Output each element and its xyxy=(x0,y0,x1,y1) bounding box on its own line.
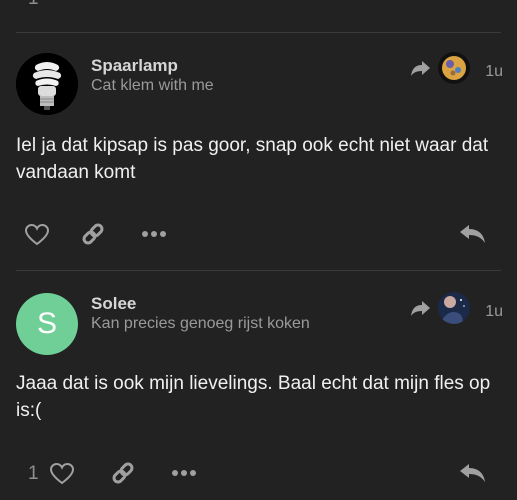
copy-link-button[interactable] xyxy=(80,221,106,247)
reply-to-indicator[interactable] xyxy=(410,292,470,324)
post-solee: S Solee Kan precies genoeg rijst koken 1… xyxy=(0,270,517,500)
avatar[interactable] xyxy=(16,53,78,115)
post-actions: 1 xyxy=(0,456,517,496)
lightbulb-avatar-image xyxy=(16,53,78,115)
reply-to-indicator[interactable] xyxy=(410,52,470,84)
user-title: Cat klem with me xyxy=(91,77,214,94)
reply-to-avatar xyxy=(438,292,470,324)
avatar[interactable]: S xyxy=(16,293,78,355)
more-options-button[interactable] xyxy=(171,469,197,477)
share-arrow-icon xyxy=(411,301,430,316)
ellipsis-icon xyxy=(172,470,196,476)
link-icon xyxy=(112,462,134,484)
ellipsis-icon xyxy=(142,231,166,237)
previous-post-actions: 1 xyxy=(0,0,517,16)
user-title: Kan precies genoeg rijst koken xyxy=(91,315,310,332)
reply-arrow-icon xyxy=(460,225,485,243)
reply-button[interactable] xyxy=(459,462,487,484)
more-options-button[interactable] xyxy=(141,230,167,238)
post-body: Iel ja dat kipsap is pas goor, snap ook … xyxy=(16,135,489,183)
svg-text:1: 1 xyxy=(28,0,39,9)
post-time[interactable]: 1u xyxy=(485,63,503,81)
username[interactable]: Solee xyxy=(91,294,136,314)
avatar-letter: S xyxy=(36,307,57,340)
heart-icon xyxy=(24,223,50,246)
like-button[interactable]: 1 xyxy=(28,462,75,486)
heart-icon xyxy=(49,462,74,485)
reply-to-avatar xyxy=(438,52,470,84)
reply-arrow-icon xyxy=(460,464,485,482)
like-count: 1 xyxy=(28,463,39,484)
post-time[interactable]: 1u xyxy=(485,303,503,321)
like-button[interactable] xyxy=(24,223,50,247)
night-avatar-image xyxy=(438,292,470,324)
post-body: Jaaa dat is ook mijn lievelings. Baal ec… xyxy=(16,373,491,421)
moon-avatar-image xyxy=(438,52,470,84)
link-icon xyxy=(82,223,104,245)
post-spaarlamp: Spaarlamp Cat klem with me 1u Iel ja dat… xyxy=(0,32,517,270)
post-actions xyxy=(0,215,517,255)
username[interactable]: Spaarlamp xyxy=(91,56,178,76)
previous-actions-fragment: 1 xyxy=(28,0,39,9)
share-arrow-icon xyxy=(411,61,430,76)
reply-button[interactable] xyxy=(459,223,487,245)
copy-link-button[interactable] xyxy=(110,460,136,486)
